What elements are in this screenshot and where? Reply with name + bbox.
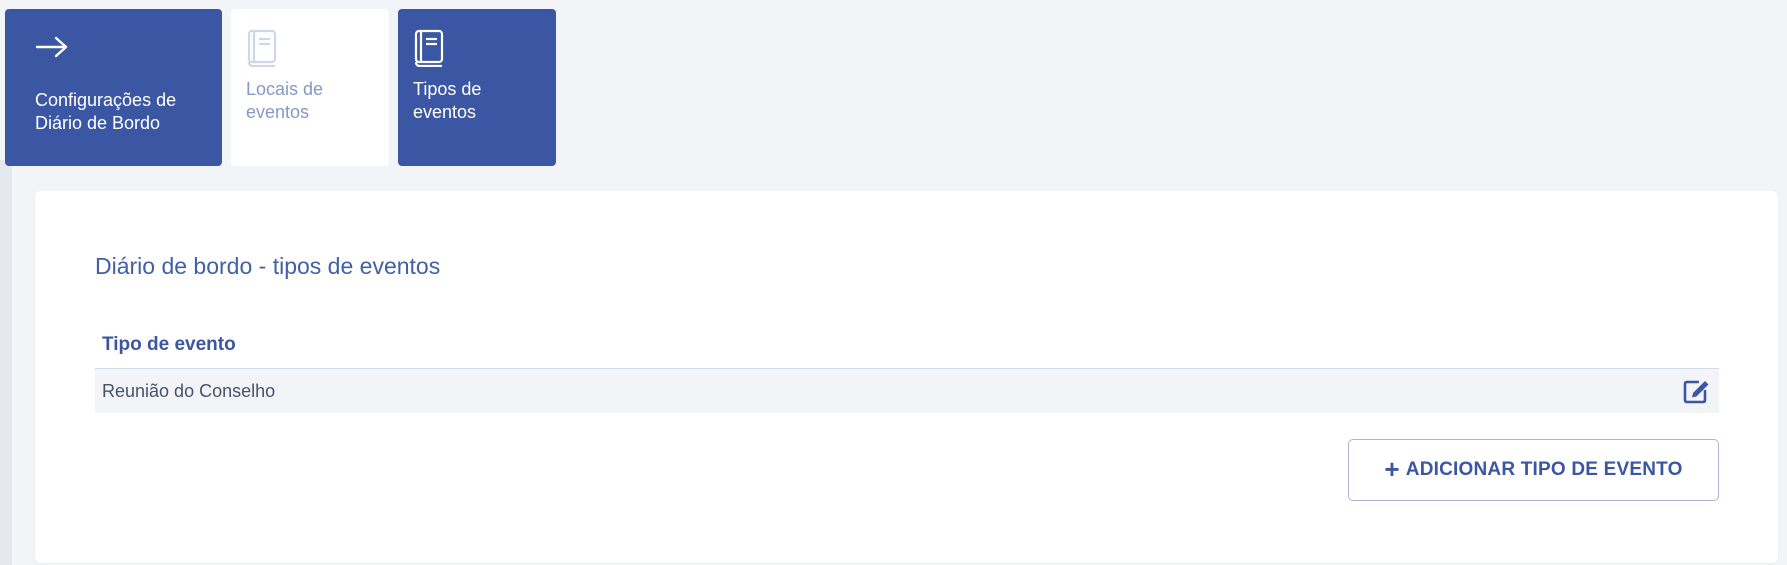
arrow-right-icon [35,36,206,76]
left-rail [0,160,12,565]
row-event-name: Reunião do Conselho [102,380,276,401]
nav-tiles: Configurações de Diário de Bordo Locais … [5,9,556,166]
tile-label: Tipos de eventos [413,79,482,122]
book-icon [413,29,540,69]
tile-diario-config[interactable]: Configurações de Diário de Bordo [5,9,222,166]
tile-locais-eventos[interactable]: Locais de eventos [231,9,389,166]
column-header-tipo-de-evento: Tipo de evento [95,321,1719,369]
event-types-table: Tipo de evento Reunião do Conselho [95,321,1719,413]
content-panel: Diário de bordo - tipos de eventos Tipo … [35,191,1778,563]
add-event-type-button[interactable]: + ADICIONAR TIPO DE EVENTO [1348,439,1719,501]
tile-tipos-eventos[interactable]: Tipos de eventos [398,9,556,166]
edit-icon[interactable] [1683,377,1711,405]
plus-icon: + [1384,453,1400,484]
table-row: Reunião do Conselho [95,369,1719,413]
tile-label: Locais de eventos [246,79,324,122]
tile-label: Configurações de Diário de Bordo [35,90,177,133]
page-title: Diário de bordo - tipos de eventos [95,253,441,279]
add-event-type-label: ADICIONAR TIPO DE EVENTO [1405,459,1683,480]
book-icon [246,29,373,69]
